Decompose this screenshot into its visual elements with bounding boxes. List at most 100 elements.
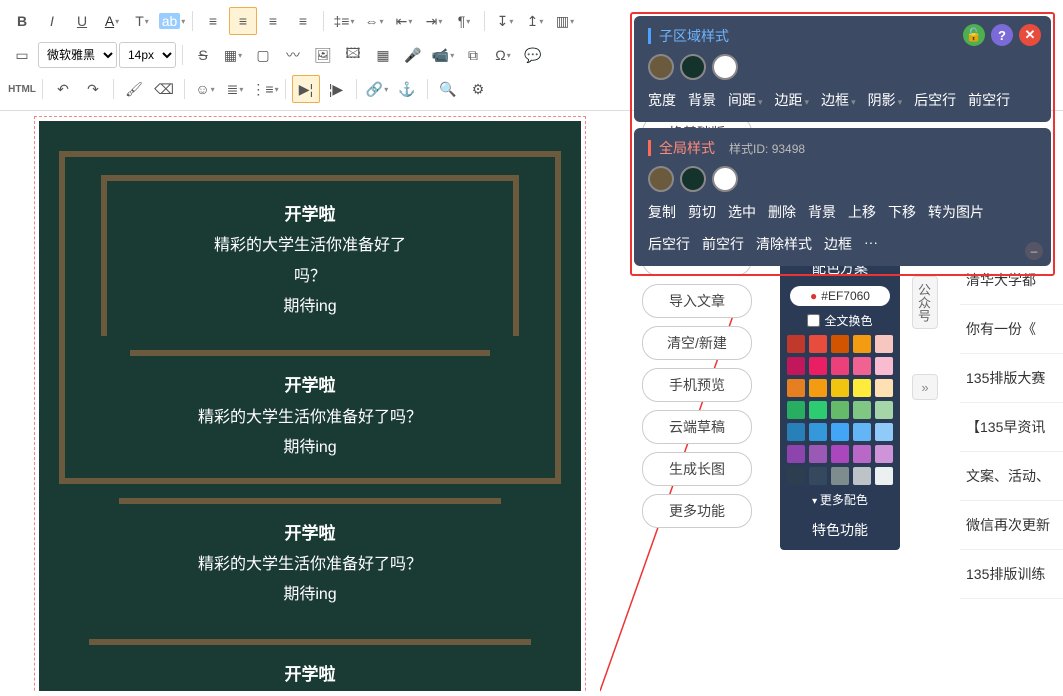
color-swatch[interactable]: [853, 379, 871, 397]
popover-action[interactable]: 间距: [728, 90, 763, 110]
undo-button[interactable]: ↶: [49, 75, 77, 103]
block-line[interactable]: 期待ing: [59, 580, 561, 610]
align-left-button[interactable]: ≡: [199, 7, 227, 35]
redo-button[interactable]: ↷: [79, 75, 107, 103]
color-swatch[interactable]: [853, 401, 871, 419]
popover-action[interactable]: 上移: [848, 202, 876, 222]
block-line[interactable]: 期待ing: [101, 433, 519, 463]
popover-action[interactable]: 前空行: [968, 90, 1010, 110]
article-list-item[interactable]: 135排版大赛: [960, 354, 1063, 403]
fulltext-checkbox-input[interactable]: [807, 314, 820, 327]
color-circle[interactable]: [712, 166, 738, 192]
table-button[interactable]: ▦: [219, 41, 247, 69]
color-swatch[interactable]: [875, 379, 893, 397]
block-title[interactable]: 开学啦: [131, 199, 489, 231]
more-colors-button[interactable]: ▾ 更多配色: [786, 491, 894, 508]
comment-button[interactable]: 💬: [519, 41, 547, 69]
italic-button[interactable]: I: [38, 7, 66, 35]
wechat-account-tab[interactable]: 公众号: [912, 276, 938, 329]
side-button-8[interactable]: 生成长图: [642, 452, 752, 486]
code-button[interactable]: ⧉: [459, 41, 487, 69]
fulltext-recolor-checkbox[interactable]: 全文换色: [786, 312, 894, 329]
indent-left-button[interactable]: ⇤: [390, 7, 418, 35]
popover-action[interactable]: 前空行: [702, 234, 744, 254]
color-swatch[interactable]: [875, 357, 893, 375]
strikethrough-button[interactable]: S: [189, 41, 217, 69]
text-style-button[interactable]: T: [128, 7, 156, 35]
popover-action[interactable]: ···: [864, 234, 878, 254]
popover-action[interactable]: 删除: [768, 202, 796, 222]
block-title[interactable]: 开学啦: [59, 659, 561, 691]
color-swatch[interactable]: [787, 335, 805, 353]
color-swatch[interactable]: [853, 467, 871, 485]
color-swatch[interactable]: [831, 445, 849, 463]
help-icon[interactable]: ?: [991, 24, 1013, 46]
side-button-7[interactable]: 云端草稿: [642, 410, 752, 444]
color-swatch[interactable]: [787, 379, 805, 397]
color-hex-input[interactable]: ● #EF7060: [790, 286, 890, 306]
color-swatch[interactable]: [875, 423, 893, 441]
font-family-select[interactable]: 微软雅黑: [38, 42, 117, 68]
block-line[interactable]: 期待ing: [131, 292, 489, 322]
color-swatch[interactable]: [809, 467, 827, 485]
margin-top-button[interactable]: ↥: [521, 7, 549, 35]
color-swatch[interactable]: [875, 467, 893, 485]
align-justify-button[interactable]: ≡: [289, 7, 317, 35]
side-button-4[interactable]: 导入文章: [642, 284, 752, 318]
content-frame-2[interactable]: 开学啦 精彩的大学生活你准备好了 吗？ 期待ing: [101, 175, 519, 336]
gallery-button[interactable]: ▦: [369, 41, 397, 69]
color-circle[interactable]: [648, 54, 674, 80]
color-swatch[interactable]: [853, 357, 871, 375]
emoji-button[interactable]: ☺: [191, 75, 219, 103]
align-center-button[interactable]: ≡: [229, 7, 257, 35]
popover-action[interactable]: 阴影: [868, 90, 903, 110]
article-list-item[interactable]: 你有一份《: [960, 305, 1063, 354]
content-frame-1[interactable]: 开学啦 精彩的大学生活你准备好了 吗？ 期待ing 开学啦 精彩的大学生活你准备…: [59, 151, 561, 484]
color-swatch[interactable]: [787, 401, 805, 419]
unordered-list-button[interactable]: ⋮≡: [251, 75, 279, 103]
color-swatch[interactable]: [853, 335, 871, 353]
new-doc-button[interactable]: ▭: [8, 41, 36, 69]
color-swatch[interactable]: [831, 423, 849, 441]
side-button-5[interactable]: 清空/新建: [642, 326, 752, 360]
popover-action[interactable]: 宽度: [648, 90, 676, 110]
article-list-item[interactable]: 微信再次更新: [960, 501, 1063, 550]
clear-format-button[interactable]: ⌫: [150, 75, 178, 103]
color-swatch[interactable]: [809, 401, 827, 419]
popover-action[interactable]: 边框: [824, 234, 852, 254]
align-right-button[interactable]: ≡: [259, 7, 287, 35]
article-list-item[interactable]: 135排版训练: [960, 550, 1063, 599]
insert-marker-button[interactable]: ¦▶: [322, 75, 350, 103]
canvas-selection[interactable]: 开学啦 精彩的大学生活你准备好了 吗？ 期待ing 开学啦 精彩的大学生活你准备…: [34, 116, 586, 691]
color-swatch[interactable]: [831, 335, 849, 353]
popover-action[interactable]: 转为图片: [928, 202, 984, 222]
color-swatch[interactable]: [809, 357, 827, 375]
color-swatch[interactable]: [787, 445, 805, 463]
color-panel-footer[interactable]: 特色功能: [786, 514, 894, 542]
divider-button[interactable]: 〰: [279, 41, 307, 69]
link-button[interactable]: 🔗: [363, 75, 391, 103]
side-button-6[interactable]: 手机预览: [642, 368, 752, 402]
color-swatch[interactable]: [831, 467, 849, 485]
color-swatch[interactable]: [831, 379, 849, 397]
popover-action[interactable]: 背景: [808, 202, 836, 222]
block-line[interactable]: 吗？: [131, 262, 489, 292]
block-line[interactable]: 精彩的大学生活你准备好了吗？: [101, 403, 519, 433]
popover-action[interactable]: 背景: [688, 90, 716, 110]
block-line[interactable]: 精彩的大学生活你准备好了吗？: [59, 550, 561, 580]
highlight-button[interactable]: ab: [158, 7, 186, 35]
play-marker-button[interactable]: ▶¦: [292, 75, 320, 103]
popover-action[interactable]: 后空行: [648, 234, 690, 254]
border-button[interactable]: ▢: [249, 41, 277, 69]
color-circle[interactable]: [648, 166, 674, 192]
popover-action[interactable]: 剪切: [688, 202, 716, 222]
find-button[interactable]: 🔍: [434, 75, 462, 103]
indent-right-button[interactable]: ⇥: [420, 7, 448, 35]
underline-button[interactable]: U: [68, 7, 96, 35]
canvas[interactable]: 开学啦 精彩的大学生活你准备好了 吗？ 期待ing 开学啦 精彩的大学生活你准备…: [39, 121, 581, 691]
color-circle[interactable]: [680, 54, 706, 80]
color-swatch[interactable]: [831, 401, 849, 419]
audio-button[interactable]: 🎤: [399, 41, 427, 69]
color-swatch[interactable]: [875, 401, 893, 419]
ordered-list-button[interactable]: ≣: [221, 75, 249, 103]
